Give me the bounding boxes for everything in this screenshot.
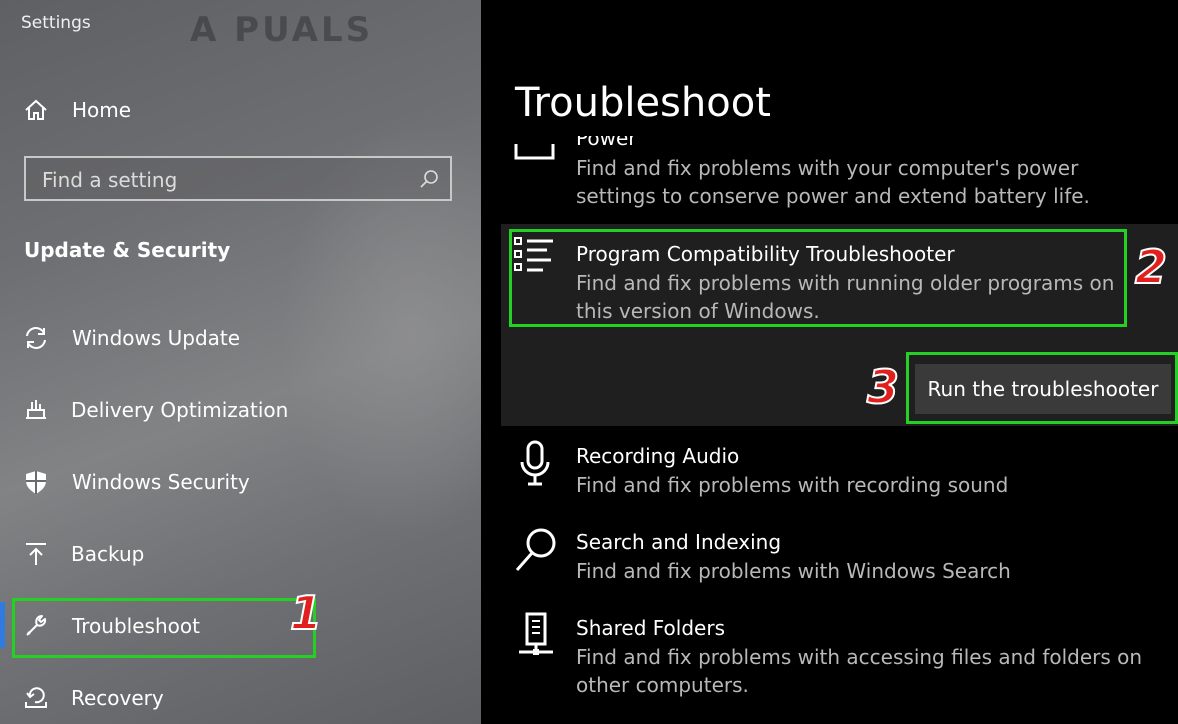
- page-title: Troubleshoot: [515, 80, 771, 126]
- sidebar-item-label: Backup: [71, 542, 145, 566]
- watermark-logo: A PUALS: [190, 10, 374, 50]
- shield-icon: [26, 471, 46, 494]
- troubleshooter-search-indexing[interactable]: Search and Indexing Find and fix problem…: [481, 526, 1178, 596]
- troubleshooter-shared-folders[interactable]: Shared Folders Find and fix problems wit…: [481, 612, 1178, 712]
- magnifier-icon: [515, 528, 556, 571]
- home-icon: [25, 99, 47, 120]
- troubleshooter-name: Search and Indexing: [576, 530, 782, 554]
- troubleshooter-description: Find and fix problems with recording sou…: [576, 473, 1009, 497]
- troubleshooter-description: Find and fix problems with Windows Searc…: [576, 559, 1011, 583]
- sidebar-item-backup[interactable]: Backup: [0, 530, 481, 578]
- troubleshooter-name: Shared Folders: [576, 616, 725, 640]
- sidebar-item-label: Windows Update: [72, 326, 241, 350]
- annotation-number-2: 2: [1134, 239, 1168, 295]
- sidebar-item-windows-security[interactable]: Windows Security: [0, 458, 481, 506]
- nav-home-label: Home: [72, 98, 132, 122]
- troubleshooter-recording-audio[interactable]: Recording Audio Find and fix problems wi…: [481, 440, 1178, 510]
- annotation-box-step2: [509, 229, 1127, 327]
- search-icon[interactable]: [418, 168, 440, 190]
- troubleshoot-page: Troubleshoot Power Find and fix problems…: [481, 0, 1178, 724]
- annotation-number-1: 1: [289, 585, 323, 641]
- annotation-box-step3: [906, 352, 1178, 424]
- annotation-box-step1: [12, 598, 316, 658]
- sidebar-item-recovery[interactable]: Recovery: [0, 674, 481, 722]
- nav-home[interactable]: Home: [0, 86, 481, 134]
- sync-icon: [26, 327, 46, 349]
- troubleshooter-description: Find and fix problems with accessing fil…: [576, 645, 1143, 697]
- settings-sidebar: Settings A PUALS Home Update & Security …: [0, 0, 481, 724]
- network-drive-icon: [519, 612, 553, 655]
- sidebar-item-delivery-optimization[interactable]: Delivery Optimization: [0, 386, 481, 434]
- microphone-icon: [520, 440, 550, 486]
- backup-arrow-icon: [26, 543, 46, 565]
- app-title: Settings: [21, 13, 91, 33]
- recovery-icon: [25, 687, 47, 708]
- annotation-number-3: 3: [866, 359, 900, 415]
- delivery-optimization-icon: [26, 400, 46, 419]
- sidebar-item-label: Delivery Optimization: [71, 398, 289, 422]
- troubleshooter-description: Find and fix problems with your computer…: [576, 156, 1090, 208]
- find-setting-search-box[interactable]: [24, 156, 452, 201]
- section-title: Update & Security: [24, 238, 231, 262]
- sidebar-item-windows-update[interactable]: Windows Update: [0, 314, 481, 362]
- sidebar-item-label: Windows Security: [72, 470, 250, 494]
- troubleshooter-power[interactable]: Power Find and fix problems with your co…: [481, 128, 1178, 218]
- sidebar-item-label: Recovery: [71, 686, 164, 710]
- battery-icon: [514, 144, 555, 160]
- troubleshooter-name: Power: [576, 126, 637, 150]
- troubleshooter-name: Recording Audio: [576, 444, 740, 468]
- search-input[interactable]: [40, 164, 404, 196]
